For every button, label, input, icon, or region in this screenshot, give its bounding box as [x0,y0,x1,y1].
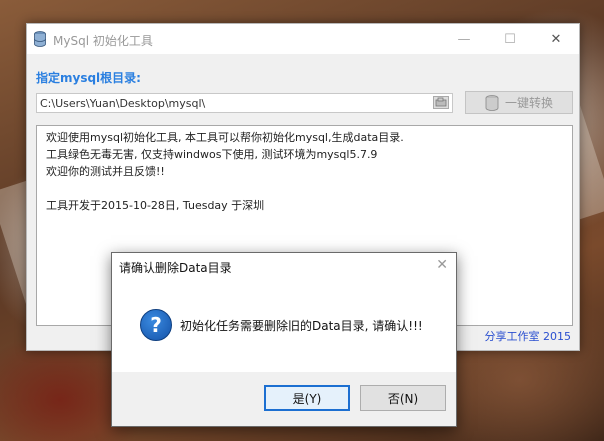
path-input[interactable] [37,94,420,112]
database-icon [34,31,46,47]
title-bar[interactable]: MySql 初始化工具 — ☐ ✕ [27,24,579,54]
no-button[interactable]: 否(N) [360,385,446,411]
dialog-close-icon[interactable]: ✕ [436,257,448,273]
minimize-button[interactable]: — [441,24,487,54]
info-line: 工具开发于2015-10-28日, Tuesday 于深圳 [46,199,265,212]
yes-button[interactable]: 是(Y) [264,385,350,411]
dialog-footer: 是(Y) 否(N) [112,372,456,426]
dialog-title: 请确认删除Data目录 [119,261,232,275]
info-line: 工具绿色无毒无害, 仅支持windwos下使用, 测试环境为mysql5.7.9 [46,148,378,161]
folder-browse-icon[interactable] [433,96,449,109]
info-line: 欢迎使用mysql初始化工具, 本工具可以帮你初始化mysql,生成data目录… [46,131,404,144]
maximize-button[interactable]: ☐ [487,24,533,54]
mysql-dir-label: 指定mysql根目录: [36,71,141,85]
convert-button-label: 一键转换 [504,96,553,110]
window-title: MySql 初始化工具 [53,34,153,48]
one-click-convert-button[interactable]: 一键转换 [465,91,573,114]
studio-credit: 分享工作室 2015 [484,330,572,343]
info-line: 欢迎你的测试并且反馈!! [46,165,165,178]
close-button[interactable]: ✕ [533,24,579,54]
database-icon [485,94,499,111]
confirm-dialog: 请确认删除Data目录 ✕ ? 初始化任务需要删除旧的Data目录, 请确认!!… [111,252,457,427]
path-field[interactable] [36,93,453,113]
info-line [46,180,563,197]
dialog-message: 初始化任务需要删除旧的Data目录, 请确认!!! [180,319,423,333]
question-icon: ? [140,309,172,341]
